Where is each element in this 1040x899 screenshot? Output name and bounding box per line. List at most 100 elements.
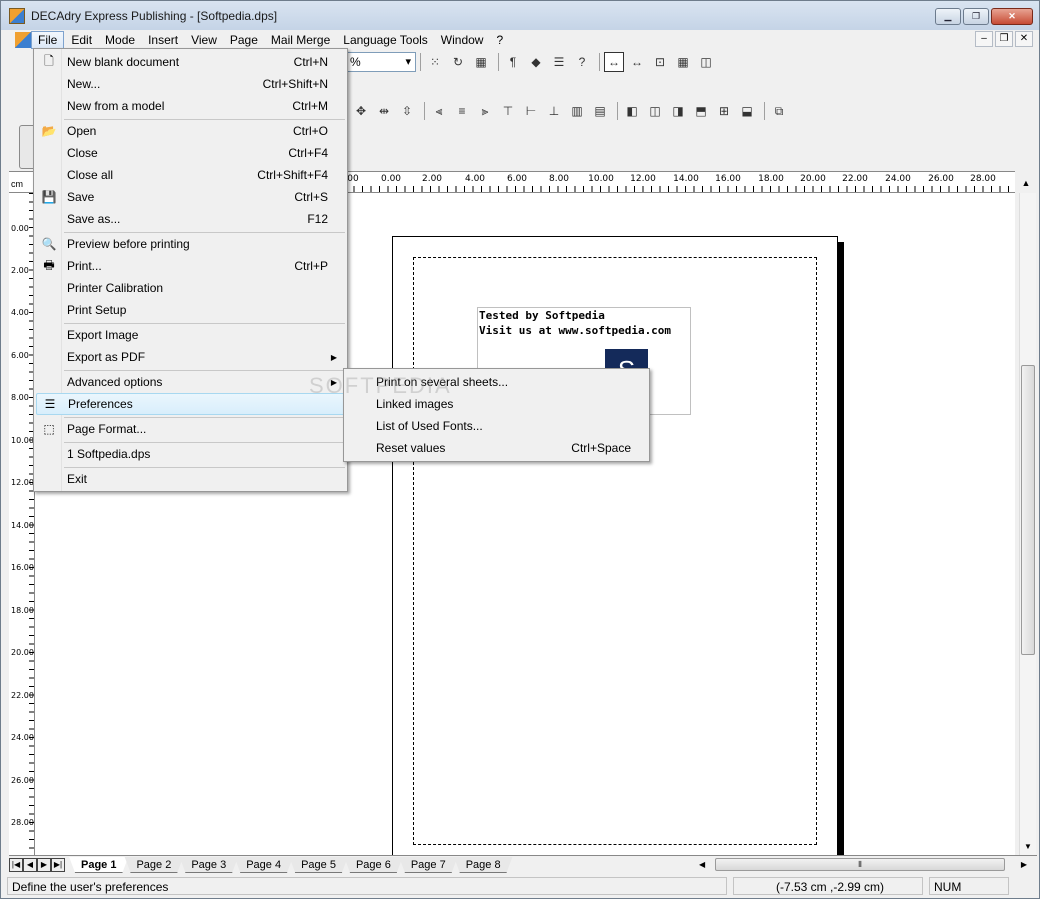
menu-file[interactable]: File: [31, 30, 65, 49]
shapes-icon[interactable]: ◆: [526, 52, 546, 72]
mdi-close-button[interactable]: ✕: [1015, 31, 1033, 47]
align-center-icon[interactable]: ≡: [452, 101, 472, 121]
menu-item-page-format[interactable]: ⬚ Page Format...: [36, 418, 345, 440]
blank-page-icon: 🗋: [44, 53, 54, 68]
first-page-icon[interactable]: |◀: [9, 857, 23, 872]
align-left-icon[interactable]: ⫷: [429, 101, 449, 121]
distribute-v-icon[interactable]: ⇳: [397, 101, 417, 121]
zoom-page-icon[interactable]: ⊡: [650, 52, 670, 72]
chevron-right-icon[interactable]: ▶: [1021, 857, 1027, 872]
menu-item-preview[interactable]: 🔍 Preview before printing: [36, 233, 345, 255]
vertical-scrollbar[interactable]: ▼: [1019, 193, 1036, 855]
menu-item-label: Export Image: [67, 328, 139, 342]
toolbar-separator: [424, 102, 425, 120]
grid-view-icon[interactable]: ▦: [673, 52, 693, 72]
tab-page-1[interactable]: Page 1: [69, 857, 128, 873]
menu-item-new-blank-document[interactable]: 🗋 New blank document Ctrl+N: [36, 51, 345, 73]
distribute-h-icon[interactable]: ⇹: [374, 101, 394, 121]
page-left-icon[interactable]: ◧: [622, 101, 642, 121]
menu-view[interactable]: View: [185, 32, 223, 48]
menu-mode[interactable]: Mode: [99, 32, 141, 48]
last-page-icon[interactable]: ▶|: [51, 857, 65, 872]
menu-item-recent-file[interactable]: 1 Softpedia.dps: [36, 443, 345, 465]
menu-edit[interactable]: Edit: [65, 32, 98, 48]
document-page[interactable]: Tested by Softpedia Visit us at www.soft…: [392, 236, 838, 855]
group-icon[interactable]: ⧉: [769, 101, 789, 121]
menu-insert[interactable]: Insert: [142, 32, 184, 48]
paragraph-icon[interactable]: ¶: [503, 52, 523, 72]
menu-item-export-pdf[interactable]: Export as PDF ▶: [36, 346, 345, 368]
horizontal-scrollbar[interactable]: ◀ ⦀ ▶: [697, 857, 1029, 872]
menu-item-preferences[interactable]: ☰ Preferences: [36, 393, 345, 415]
move-icon[interactable]: ✥: [351, 101, 371, 121]
menu-item-exit[interactable]: Exit: [36, 468, 345, 490]
menu-item-label: Page Format...: [67, 422, 147, 436]
ruler-label: 20.00: [800, 174, 826, 184]
page-top-icon[interactable]: ⬒: [691, 101, 711, 121]
menu-item-reset-values[interactable]: Reset values Ctrl+Space: [346, 437, 647, 459]
tab-page-4[interactable]: Page 4: [234, 857, 293, 873]
menu-item-print-setup[interactable]: Print Setup: [36, 299, 345, 321]
ruler-label: 2.00: [11, 266, 29, 275]
title-bar: DECAdry Express Publishing - [Softpedia.…: [1, 1, 1039, 31]
status-bar: Define the user's preferences (-7.53 cm …: [1, 874, 1039, 898]
prev-page-icon[interactable]: ◀: [23, 857, 37, 872]
menu-item-print[interactable]: 🖶 Print... Ctrl+P: [36, 255, 345, 277]
mdi-restore-button[interactable]: ❐: [995, 31, 1013, 47]
menu-item-used-fonts[interactable]: List of Used Fonts...: [346, 415, 647, 437]
menu-window[interactable]: Window: [435, 32, 490, 48]
page-bottom-icon[interactable]: ⬓: [737, 101, 757, 121]
tab-page-8[interactable]: Page 8: [454, 857, 513, 873]
menu-language-tools[interactable]: Language Tools: [337, 32, 434, 48]
minimize-button[interactable]: ▁: [935, 8, 961, 25]
fit-page-icon[interactable]: ↔: [627, 52, 647, 72]
menu-item-open[interactable]: 📂 Open Ctrl+O: [36, 120, 345, 142]
menu-item-close-all[interactable]: Close all Ctrl+Shift+F4: [36, 164, 345, 186]
toolbar-separator: [498, 53, 499, 71]
tab-page-7[interactable]: Page 7: [399, 857, 458, 873]
tab-page-5[interactable]: Page 5: [289, 857, 348, 873]
tab-page-3[interactable]: Page 3: [179, 857, 238, 873]
menu-help[interactable]: ?: [490, 32, 509, 48]
chevron-down-icon[interactable]: ▼: [1020, 839, 1036, 855]
align-bottom-icon[interactable]: ⊥: [544, 101, 564, 121]
menu-page[interactable]: Page: [224, 32, 264, 48]
menu-item-advanced-options[interactable]: Advanced options ▶: [36, 371, 345, 393]
menu-item-save-as[interactable]: Save as... F12: [36, 208, 345, 230]
menu-item-new-from-model[interactable]: New from a model Ctrl+M: [36, 95, 345, 117]
grid-dots-icon[interactable]: ⁙: [425, 52, 445, 72]
mdi-minimize-button[interactable]: –: [975, 31, 993, 47]
align-middle-icon[interactable]: ⊢: [521, 101, 541, 121]
menu-item-printer-calibration[interactable]: Printer Calibration: [36, 277, 345, 299]
properties-icon[interactable]: ☰: [549, 52, 569, 72]
table-grid-icon[interactable]: ▦: [471, 52, 491, 72]
menu-item-save[interactable]: 💾 Save Ctrl+S: [36, 186, 345, 208]
refresh-icon[interactable]: ↻: [448, 52, 468, 72]
3d-view-icon[interactable]: ◫: [696, 52, 716, 72]
align-right-icon[interactable]: ⫸: [475, 101, 495, 121]
ruler-label: 22.00: [842, 174, 868, 184]
menu-item-close[interactable]: Close Ctrl+F4: [36, 142, 345, 164]
chevron-up-icon[interactable]: ▲: [1015, 172, 1037, 194]
tab-page-2[interactable]: Page 2: [124, 857, 183, 873]
chevron-left-icon[interactable]: ◀: [699, 857, 705, 872]
same-height-icon[interactable]: ▤: [590, 101, 610, 121]
align-top-icon[interactable]: ⊤: [498, 101, 518, 121]
close-button[interactable]: ✕: [991, 8, 1033, 25]
menu-item-export-image[interactable]: Export Image: [36, 324, 345, 346]
tab-page-6[interactable]: Page 6: [344, 857, 403, 873]
next-page-icon[interactable]: ▶: [37, 857, 51, 872]
fit-width-icon[interactable]: ↔: [604, 52, 624, 72]
page-center-icon[interactable]: ◫: [645, 101, 665, 121]
page-right-icon[interactable]: ◨: [668, 101, 688, 121]
page-middle-icon[interactable]: ⊞: [714, 101, 734, 121]
menu-item-new[interactable]: New... Ctrl+Shift+N: [36, 73, 345, 95]
document-icon[interactable]: [15, 31, 31, 48]
help-pointer-icon[interactable]: ?: [572, 52, 592, 72]
zoom-combo[interactable]: %: [346, 52, 416, 72]
menu-mail-merge[interactable]: Mail Merge: [265, 32, 336, 48]
scrollbar-thumb[interactable]: [1021, 365, 1035, 655]
scrollbar-thumb[interactable]: ⦀: [715, 858, 1005, 871]
maximize-button[interactable]: ❐: [963, 8, 989, 25]
same-width-icon[interactable]: ▥: [567, 101, 587, 121]
